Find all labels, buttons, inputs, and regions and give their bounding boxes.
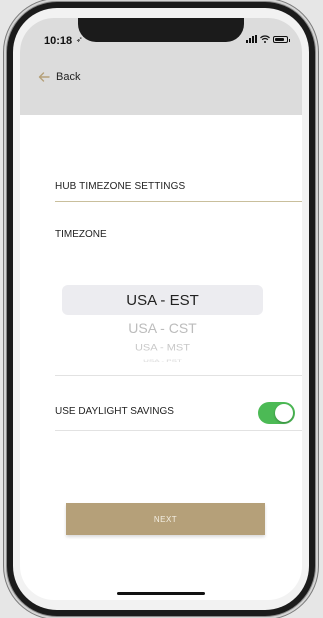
timezone-picker[interactable]: USA - EST USA - CST USA - MST USA - PST (62, 285, 263, 375)
timezone-label: TIMEZONE (55, 229, 107, 240)
row-divider-top (55, 375, 302, 376)
app-screen: 10:18 ➶ Back HUB TIMEZONE SETTINGS TIMEZ… (20, 18, 302, 600)
status-icons (246, 35, 290, 43)
next-button[interactable]: NEXT (66, 503, 265, 535)
daylight-savings-label: USE DAYLIGHT SAVINGS (55, 406, 174, 417)
battery-icon (273, 35, 290, 43)
status-time: 10:18 (44, 35, 73, 47)
device-notch (78, 18, 244, 42)
header-bar: 10:18 ➶ Back (20, 18, 302, 115)
home-indicator (117, 592, 205, 595)
picker-option[interactable]: USA - CST (62, 320, 263, 336)
location-arrow-icon: ➶ (76, 35, 83, 44)
row-divider-bottom (55, 430, 302, 431)
wifi-icon (260, 35, 270, 43)
back-arrow-icon (38, 72, 50, 82)
back-label: Back (56, 71, 81, 83)
toggle-knob (275, 404, 293, 422)
picker-option[interactable]: USA - PST (62, 358, 263, 363)
picker-option[interactable]: USA - MST (62, 343, 263, 353)
battery-level (275, 37, 285, 41)
daylight-savings-toggle[interactable] (258, 402, 295, 424)
back-button[interactable]: Back (38, 71, 80, 83)
cellular-signal-icon (246, 35, 257, 43)
section-title: HUB TIMEZONE SETTINGS (55, 181, 186, 192)
section-divider (55, 201, 302, 202)
picker-selected-option[interactable]: USA - EST (62, 285, 263, 315)
